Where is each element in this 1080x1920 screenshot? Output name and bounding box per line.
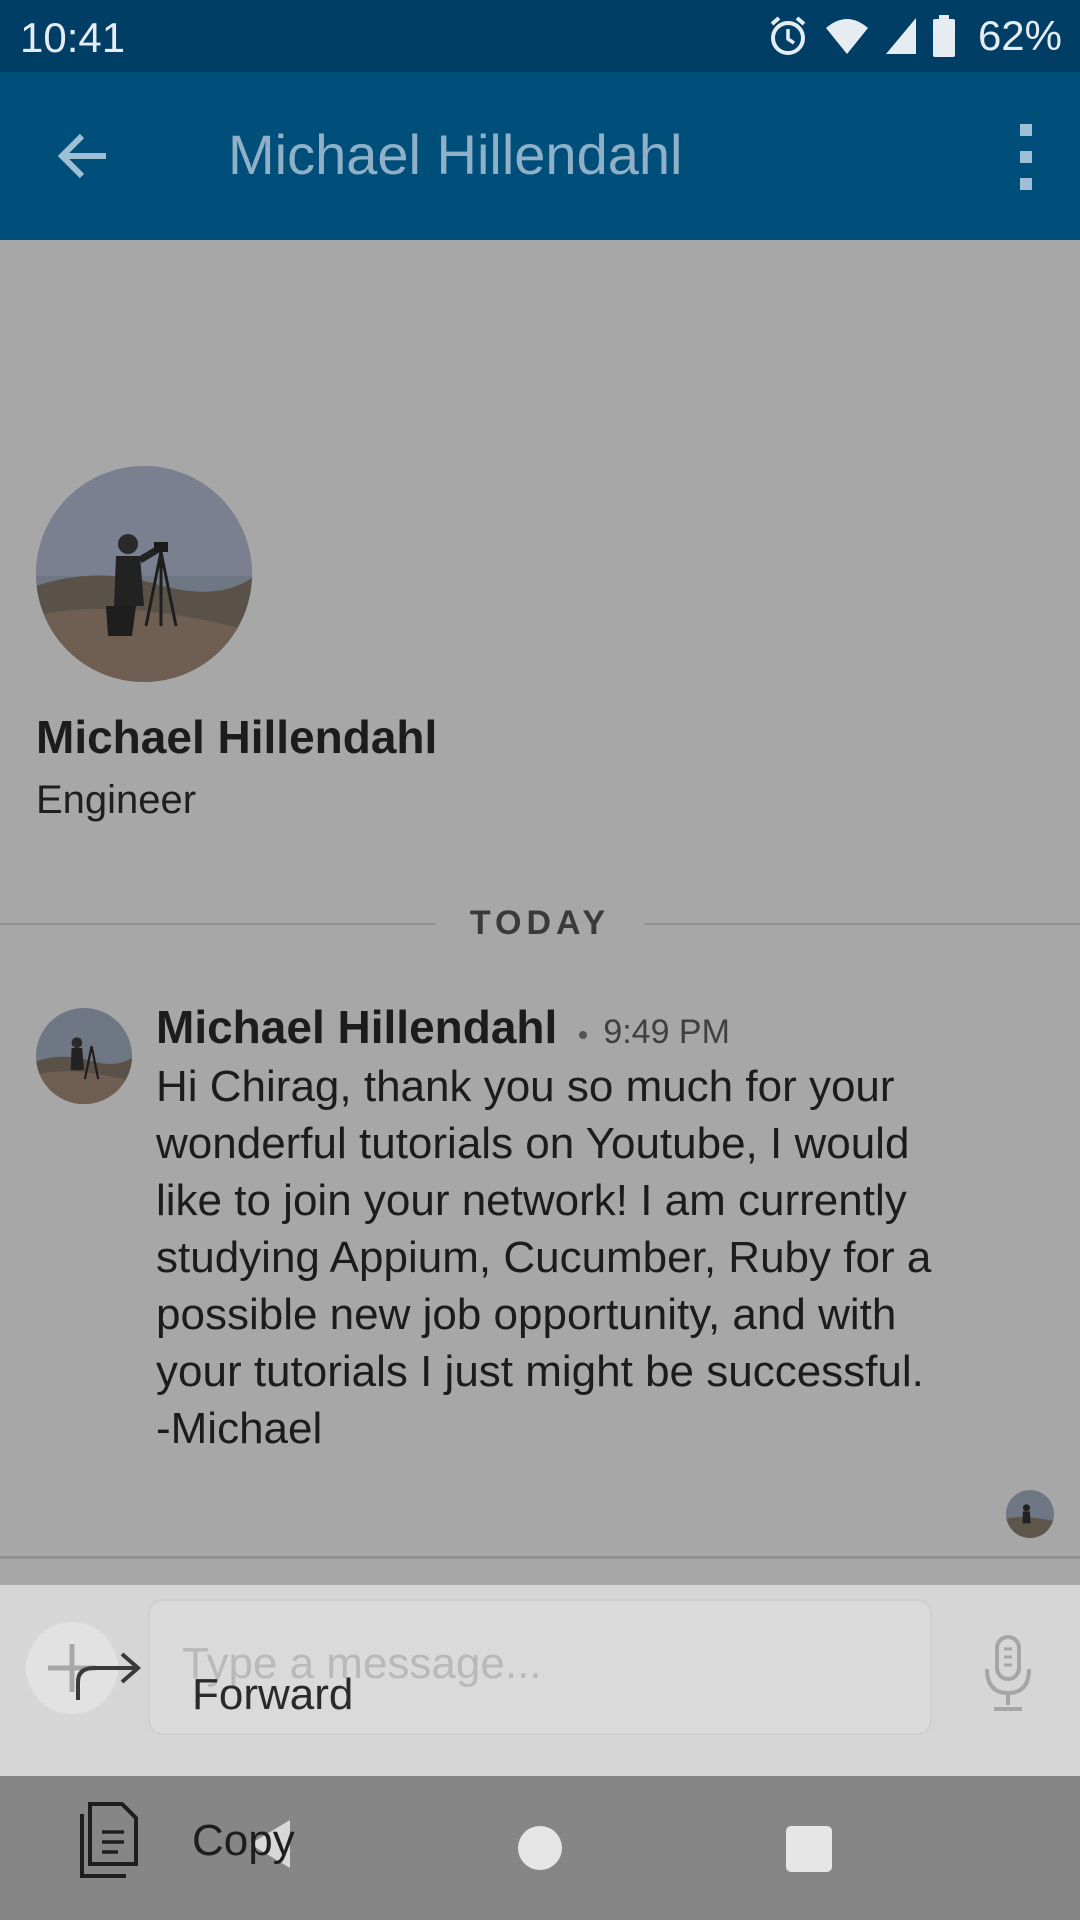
- microphone-icon[interactable]: [982, 1635, 1034, 1713]
- app-bar: Michael Hillendahl: [0, 72, 1080, 240]
- conversation-title: Michael Hillendahl: [228, 123, 683, 186]
- message-text[interactable]: Hi Chirag, thank you so much for your wo…: [156, 1058, 1036, 1457]
- message-timestamp: 9:49 PM: [603, 1013, 730, 1051]
- separator-dot: [579, 1030, 588, 1039]
- battery-percent: 62%: [977, 12, 1062, 59]
- status-icons: 62%: [766, 12, 1062, 60]
- status-bar: 10:41 62%: [0, 0, 1080, 72]
- nav-home-button[interactable]: [518, 1826, 562, 1870]
- message-sender-avatar[interactable]: [36, 1008, 132, 1104]
- profile-avatar[interactable]: [36, 466, 252, 682]
- message-composer: [0, 1585, 1080, 1776]
- profile-name[interactable]: Michael Hillendahl: [36, 710, 437, 764]
- wifi-icon: [825, 19, 868, 54]
- signal-icon: [885, 18, 916, 54]
- message-sender-name[interactable]: Michael Hillendahl: [156, 1001, 557, 1053]
- battery-icon: [932, 15, 955, 57]
- read-receipt-avatar: [1006, 1490, 1054, 1538]
- nav-recents-button[interactable]: [786, 1826, 832, 1872]
- alarm-icon: [770, 16, 806, 55]
- status-time: 10:41: [20, 14, 126, 61]
- divider-line-right: [644, 923, 1080, 925]
- conversation-content: Michael Hillendahl Engineer TODAY Michae…: [0, 240, 1080, 1558]
- more-vert-icon[interactable]: [1014, 122, 1038, 192]
- system-navigation-bar: Copy: [0, 1776, 1080, 1920]
- arrow-back-icon[interactable]: [52, 124, 116, 188]
- forward-menu-item[interactable]: Forward: [192, 1670, 353, 1720]
- profile-headline: Engineer: [36, 778, 197, 822]
- copy-menu-item[interactable]: Copy: [192, 1816, 295, 1866]
- copy-icon[interactable]: [78, 1802, 140, 1878]
- composer-divider: [0, 1556, 1080, 1559]
- forward-icon[interactable]: [74, 1646, 144, 1702]
- message-header: Michael Hillendahl 9:49 PM: [156, 1000, 730, 1054]
